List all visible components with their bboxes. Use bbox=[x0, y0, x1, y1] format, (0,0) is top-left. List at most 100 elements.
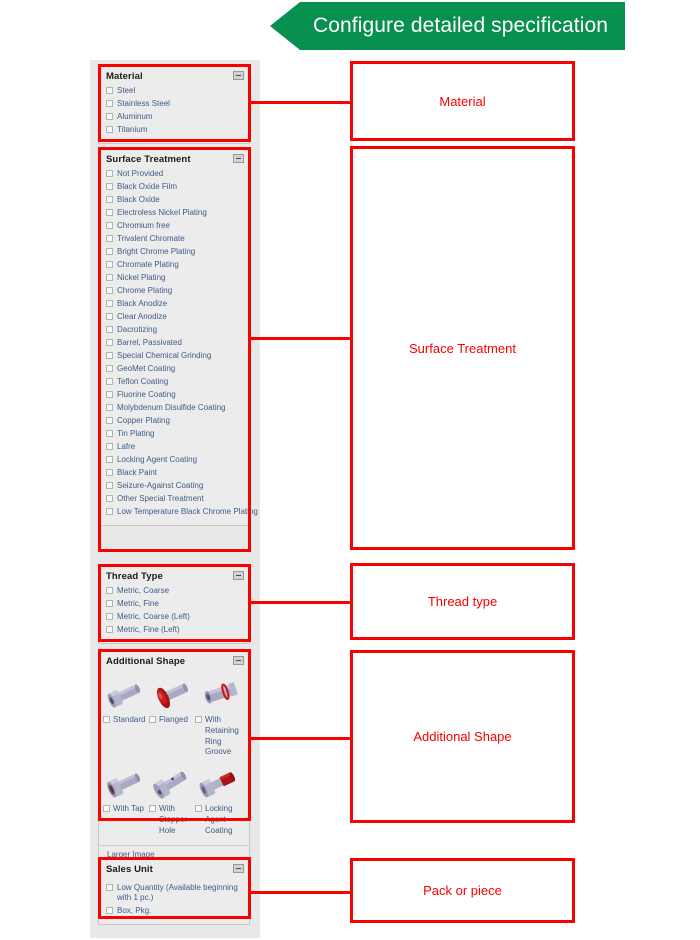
checkbox-option[interactable]: Barrel, Passivated bbox=[106, 338, 243, 348]
checkbox-icon[interactable] bbox=[106, 443, 113, 450]
checkbox-option[interactable]: Stainless Steel bbox=[106, 99, 243, 109]
minus-icon[interactable] bbox=[233, 571, 244, 580]
checkbox-icon[interactable] bbox=[106, 907, 113, 914]
checkbox-option[interactable]: Special Chemical Grinding bbox=[106, 351, 243, 361]
checkbox-icon[interactable] bbox=[106, 248, 113, 255]
checkbox-icon[interactable] bbox=[149, 805, 156, 813]
checkbox-icon[interactable] bbox=[106, 300, 113, 307]
checkbox-option[interactable]: Chromium free bbox=[106, 221, 243, 231]
checkbox-option[interactable]: Not Provided bbox=[106, 169, 243, 179]
shape-option-with-tap[interactable]: With Tap bbox=[103, 764, 149, 836]
minus-icon[interactable] bbox=[233, 656, 244, 665]
checkbox-icon[interactable] bbox=[106, 600, 113, 607]
checkbox-option[interactable]: Locking Agent Coating bbox=[106, 455, 243, 465]
checkbox-option[interactable]: Lafre bbox=[106, 442, 243, 452]
checkbox-option[interactable]: Low Quantity (Available beginning with 1… bbox=[106, 883, 243, 903]
checkbox-option[interactable]: Trivalent Chromate bbox=[106, 234, 243, 244]
checkbox-option[interactable]: Other Special Treatment bbox=[106, 494, 243, 504]
checkbox-option[interactable]: Aluminum bbox=[106, 112, 243, 122]
checkbox-option[interactable]: Seizure-Against Coating bbox=[106, 481, 243, 491]
checkbox-option[interactable]: Black Oxide Film bbox=[106, 182, 243, 192]
checkbox-icon[interactable] bbox=[106, 313, 113, 320]
checkbox-icon[interactable] bbox=[106, 404, 113, 411]
checkbox-option[interactable]: Metric, Coarse bbox=[106, 586, 243, 596]
checkbox-icon[interactable] bbox=[106, 196, 113, 203]
minus-icon[interactable] bbox=[233, 864, 244, 873]
checkbox-option[interactable]: Copper Plating bbox=[106, 416, 243, 426]
checkbox-icon[interactable] bbox=[106, 469, 113, 476]
checkbox-icon[interactable] bbox=[106, 495, 113, 502]
checkbox-option[interactable]: Chrome Plating bbox=[106, 286, 243, 296]
annotation-label: Material bbox=[439, 93, 486, 109]
checkbox-option[interactable]: GeoMet Coating bbox=[106, 364, 243, 374]
shape-checkbox-row[interactable]: With Tap bbox=[103, 804, 149, 815]
checkbox-option[interactable]: Black Oxide bbox=[106, 195, 243, 205]
checkbox-option[interactable]: Chromate Plating bbox=[106, 260, 243, 270]
checkbox-icon[interactable] bbox=[195, 716, 202, 723]
checkbox-option[interactable]: Steel bbox=[106, 86, 243, 96]
checkbox-option[interactable]: Dacrotizing bbox=[106, 325, 243, 335]
shape-checkbox-row[interactable]: Flanged bbox=[149, 715, 195, 726]
checkbox-icon[interactable] bbox=[106, 417, 113, 424]
checkbox-icon[interactable] bbox=[106, 339, 113, 346]
checkbox-icon[interactable] bbox=[106, 391, 113, 398]
checkbox-icon[interactable] bbox=[106, 326, 113, 333]
checkbox-option[interactable]: Box, Pkg. bbox=[106, 906, 243, 916]
shape-option-retaining-ring[interactable]: With Retaining Ring Groove bbox=[195, 675, 241, 758]
checkbox-option[interactable]: Bright Chrome Plating bbox=[106, 247, 243, 257]
shape-checkbox-row[interactable]: With Stopper Hole bbox=[149, 804, 195, 836]
checkbox-icon[interactable] bbox=[106, 261, 113, 268]
minus-icon[interactable] bbox=[233, 154, 244, 163]
checkbox-icon[interactable] bbox=[106, 209, 113, 216]
checkbox-option[interactable]: Titanium bbox=[106, 125, 243, 135]
checkbox-icon[interactable] bbox=[149, 716, 156, 723]
checkbox-icon[interactable] bbox=[106, 508, 113, 515]
panel-sales-unit: Sales Unit Low Quantity (Available begin… bbox=[98, 858, 250, 925]
checkbox-icon[interactable] bbox=[103, 805, 110, 813]
shape-option-standard[interactable]: Standard bbox=[103, 675, 149, 758]
shape-label: With Stopper Hole bbox=[159, 804, 188, 835]
checkbox-icon[interactable] bbox=[106, 274, 113, 281]
checkbox-icon[interactable] bbox=[106, 626, 113, 633]
shape-checkbox-row[interactable]: Standard bbox=[103, 715, 149, 726]
shape-option-stopper-hole[interactable]: With Stopper Hole bbox=[149, 764, 195, 836]
checkbox-icon[interactable] bbox=[103, 716, 110, 723]
checkbox-icon[interactable] bbox=[106, 430, 113, 437]
checkbox-icon[interactable] bbox=[106, 87, 113, 94]
shape-checkbox-row[interactable]: Locking Agent Coating bbox=[195, 804, 241, 836]
checkbox-icon[interactable] bbox=[106, 613, 113, 620]
checkbox-icon[interactable] bbox=[106, 884, 113, 891]
shape-option-flanged[interactable]: Flanged bbox=[149, 675, 195, 758]
checkbox-icon[interactable] bbox=[106, 587, 113, 594]
checkbox-option[interactable]: Clear Anodize bbox=[106, 312, 243, 322]
checkbox-option[interactable]: Electroless Nickel Plating bbox=[106, 208, 243, 218]
shape-checkbox-row[interactable]: With Retaining Ring Groove bbox=[195, 715, 241, 758]
checkbox-icon[interactable] bbox=[106, 352, 113, 359]
checkbox-icon[interactable] bbox=[195, 805, 202, 813]
checkbox-option[interactable]: Tin Plating bbox=[106, 429, 243, 439]
checkbox-option[interactable]: Black Anodize bbox=[106, 299, 243, 309]
checkbox-option[interactable]: Metric, Fine (Left) bbox=[106, 625, 243, 635]
checkbox-icon[interactable] bbox=[106, 365, 113, 372]
checkbox-icon[interactable] bbox=[106, 183, 113, 190]
checkbox-icon[interactable] bbox=[106, 378, 113, 385]
checkbox-option[interactable]: Molybdenum Disulfide Coating bbox=[106, 403, 243, 413]
checkbox-option[interactable]: Nickel Plating bbox=[106, 273, 243, 283]
checkbox-option[interactable]: Metric, Fine bbox=[106, 599, 243, 609]
checkbox-icon[interactable] bbox=[106, 456, 113, 463]
minus-icon[interactable] bbox=[233, 71, 244, 80]
checkbox-icon[interactable] bbox=[106, 287, 113, 294]
checkbox-icon[interactable] bbox=[106, 222, 113, 229]
checkbox-option[interactable]: Low Temperature Black Chrome Plating bbox=[106, 507, 258, 517]
shape-option-locking-agent[interactable]: Locking Agent Coating bbox=[195, 764, 241, 836]
checkbox-icon[interactable] bbox=[106, 170, 113, 177]
checkbox-option[interactable]: Teflon Coating bbox=[106, 377, 243, 387]
checkbox-icon[interactable] bbox=[106, 482, 113, 489]
checkbox-icon[interactable] bbox=[106, 235, 113, 242]
checkbox-option[interactable]: Fluorine Coating bbox=[106, 390, 243, 400]
checkbox-icon[interactable] bbox=[106, 113, 113, 120]
checkbox-option[interactable]: Metric, Coarse (Left) bbox=[106, 612, 243, 622]
checkbox-icon[interactable] bbox=[106, 100, 113, 107]
checkbox-icon[interactable] bbox=[106, 126, 113, 133]
checkbox-option[interactable]: Black Paint bbox=[106, 468, 243, 478]
